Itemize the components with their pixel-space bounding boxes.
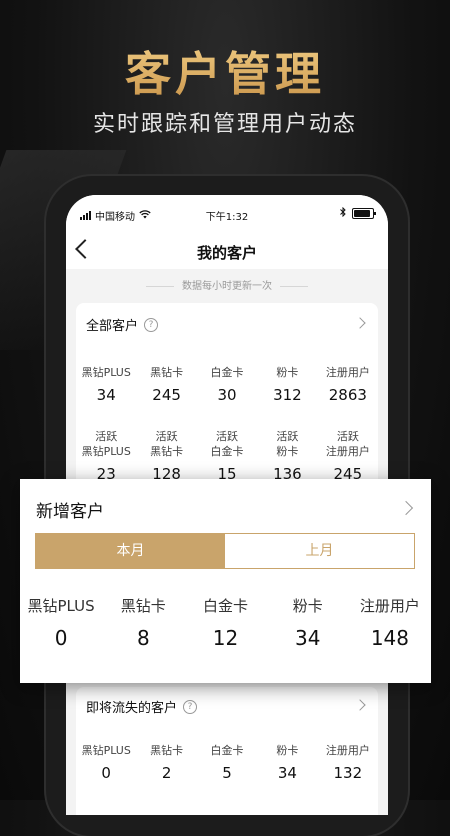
active-black-diamond: 活跃 黑钻卡 128: [150, 430, 184, 483]
new-customers-row: 黑钻PLUS 0 黑钻卡 8 白金卡 12 粉卡 34 注册用户 148: [20, 597, 431, 651]
bluetooth-icon: [340, 206, 346, 220]
help-icon[interactable]: ?: [183, 699, 198, 714]
help-icon[interactable]: ?: [144, 317, 159, 332]
stat-black-diamond: 黑钻卡 245: [150, 366, 184, 404]
new-customers-title: 新增客户: [36, 502, 104, 522]
totals-row: 黑钻PLUS 34 黑钻卡 245 白金卡 30 粉卡 312 注册用户 286…: [76, 365, 378, 404]
new-black-diamond-plus: 黑钻PLUS 0: [27, 597, 95, 651]
active-row: 活跃 黑钻PLUS 23 活跃 黑钻卡 128 活跃 白金卡 15 活跃 粉卡 …: [76, 429, 378, 483]
all-customers-title: 全部客户: [86, 319, 139, 334]
churn-platinum: 白金卡 5: [210, 744, 244, 782]
new-registered: 注册用户 148: [359, 597, 420, 651]
stat-pink: 粉卡 312: [273, 366, 302, 404]
chevron-right-icon[interactable]: [398, 500, 414, 516]
new-platinum: 白金卡 12: [203, 597, 249, 651]
stat-registered: 注册用户 2863: [325, 366, 370, 404]
battery-icon: [352, 208, 376, 219]
stat-black-diamond-plus: 黑钻PLUS 34: [81, 366, 131, 404]
active-pink: 活跃 粉卡 136: [273, 430, 302, 483]
churn-customers-card[interactable]: 即将流失的客户 ? 黑钻PLUS 0 黑钻卡 2 白金卡 5 粉卡 34 注册用…: [76, 687, 378, 815]
churn-row: 黑钻PLUS 0 黑钻卡 2 白金卡 5 粉卡 34 注册用户 132: [76, 743, 378, 782]
chevron-right-icon[interactable]: [354, 699, 366, 711]
active-black-diamond-plus: 活跃 黑钻PLUS 23: [81, 430, 131, 483]
nav-bar: 我的客户: [66, 233, 388, 269]
tab-last-month[interactable]: 上月: [225, 534, 414, 568]
new-customers-card[interactable]: 新增客户 本月 上月 黑钻PLUS 0 黑钻卡 8 白金卡 12 粉卡 34 注…: [20, 479, 431, 683]
active-platinum: 活跃 白金卡 15: [210, 430, 244, 483]
update-note: 数据每小时更新一次: [66, 277, 388, 292]
churn-black-diamond-plus: 黑钻PLUS 0: [81, 744, 131, 782]
promo-headline: 客户管理: [0, 38, 450, 104]
chevron-right-icon[interactable]: [354, 317, 366, 329]
stat-platinum: 白金卡 30: [210, 366, 244, 404]
tab-this-month[interactable]: 本月: [36, 534, 225, 568]
churn-black-diamond: 黑钻卡 2: [150, 744, 184, 782]
month-toggle: 本月 上月: [35, 533, 415, 569]
churn-pink: 粉卡 34: [276, 744, 299, 782]
active-registered: 活跃 注册用户 245: [325, 430, 370, 483]
page-title: 我的客户: [196, 244, 257, 262]
new-pink: 粉卡 34: [292, 597, 323, 651]
status-bar: 中国移动 下午1:32: [66, 195, 388, 233]
new-black-diamond: 黑钻卡 8: [120, 597, 166, 651]
all-customers-card[interactable]: 全部客户 ? 黑钻PLUS 34 黑钻卡 245 白金卡 30 粉卡 312 注…: [76, 303, 378, 503]
churn-customers-title: 即将流失的客户: [86, 701, 178, 716]
promo-subline: 实时跟踪和管理用户动态: [92, 112, 357, 137]
churn-registered: 注册用户 132: [325, 744, 370, 782]
